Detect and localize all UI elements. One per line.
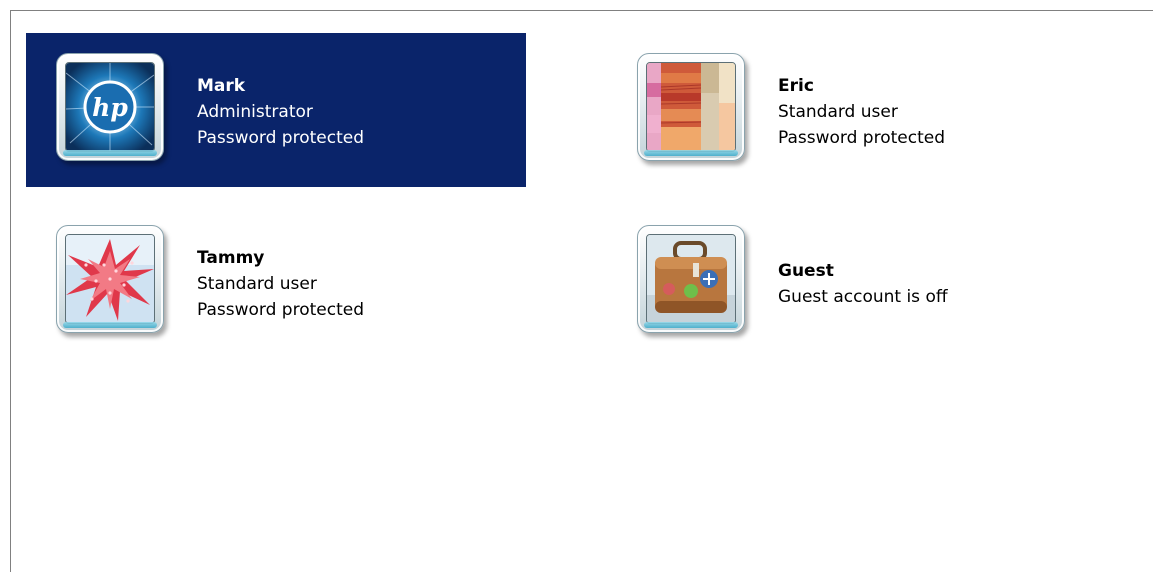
suitcase-picture	[646, 234, 736, 324]
account-status: Guest account is off	[778, 287, 948, 307]
account-picture-frame	[637, 53, 745, 161]
account-picture-frame: hp	[56, 53, 164, 161]
account-name: Guest	[778, 261, 834, 281]
account-name: Eric	[778, 76, 814, 96]
account-info: Mark Administrator Password protected	[197, 73, 364, 151]
account-info: Tammy Standard user Password protected	[197, 245, 364, 323]
account-type: Standard user	[197, 274, 317, 294]
hp-logo-picture: hp	[65, 62, 155, 152]
account-info: Eric Standard user Password protected	[778, 73, 945, 151]
frame-shine	[644, 322, 738, 328]
account-type: Standard user	[778, 102, 898, 122]
frame-shine	[63, 322, 157, 328]
account-password-status: Password protected	[197, 128, 365, 148]
account-name: Tammy	[197, 248, 265, 268]
frame-shine	[63, 150, 157, 156]
account-picture-frame	[56, 225, 164, 333]
account-tile-guest[interactable]: Guest Guest account is off	[607, 205, 1107, 359]
account-name: Mark	[197, 76, 246, 96]
account-password-status: Password protected	[778, 128, 946, 148]
account-info: Guest Guest account is off	[778, 258, 948, 310]
account-password-status: Password protected	[197, 300, 365, 320]
fabric-picture	[646, 62, 736, 152]
account-type: Administrator	[197, 102, 313, 122]
account-tile-eric[interactable]: Eric Standard user Password protected	[607, 33, 1107, 187]
account-tile-mark[interactable]: hp Mark Administrator Password protected	[26, 33, 526, 187]
user-accounts-panel: hp Mark Administrator Password protected	[10, 10, 1153, 572]
starburst-picture	[65, 234, 155, 324]
account-tile-tammy[interactable]: Tammy Standard user Password protected	[26, 205, 526, 359]
svg-text:hp: hp	[92, 93, 128, 122]
account-picture-frame	[637, 225, 745, 333]
frame-shine	[644, 150, 738, 156]
